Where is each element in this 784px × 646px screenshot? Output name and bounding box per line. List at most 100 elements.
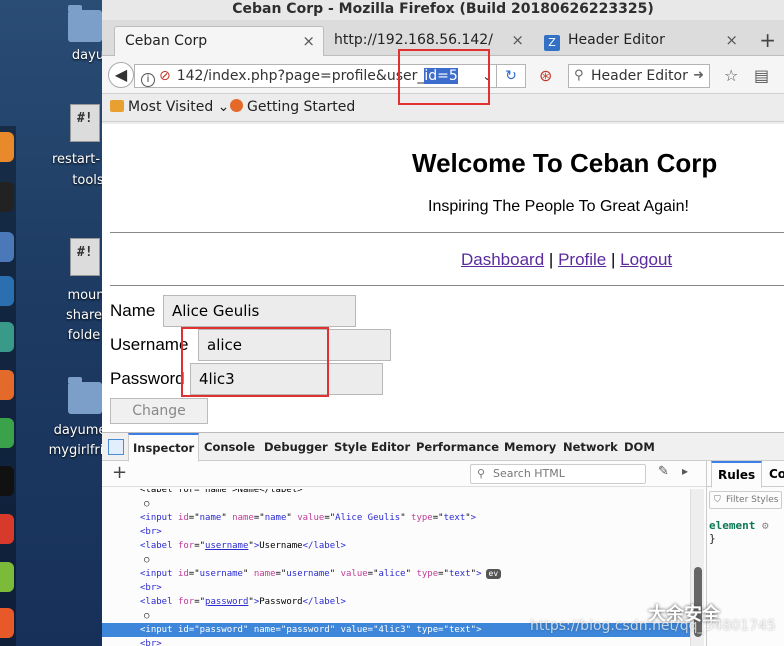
html-tree-line[interactable]: ○: [102, 497, 690, 511]
html-tree-line[interactable]: <label for="name">Name</label>: [102, 489, 690, 497]
dock-app-icon[interactable]: [0, 562, 14, 592]
tab-network[interactable]: Network: [563, 433, 618, 461]
html-tag: <label: [140, 541, 178, 551]
folder-icon[interactable]: [68, 377, 102, 414]
html-punct: =": [194, 597, 206, 607]
dashboard-link[interactable]: Dashboard: [461, 250, 544, 269]
link-separator: |: [610, 250, 616, 269]
toggle-sidebar-icon[interactable]: ▸: [682, 464, 688, 478]
tab-style-editor[interactable]: Style Editor: [334, 433, 410, 461]
tab-ceban-corp[interactable]: Ceban Corp ×: [114, 26, 324, 56]
close-tab-icon[interactable]: ×: [725, 26, 738, 54]
search-icon: ⚲: [574, 68, 584, 83]
html-tree-line[interactable]: <label for="password">Password</label>: [102, 595, 690, 609]
profile-link[interactable]: Profile: [558, 250, 606, 269]
dock-app-icon[interactable]: [0, 322, 14, 352]
html-tag: <input: [140, 513, 173, 523]
dock-app-icon[interactable]: [0, 370, 14, 400]
gear-icon[interactable]: ⚙: [762, 519, 769, 532]
html-tree-line[interactable]: <input id="username" name="username" val…: [102, 567, 690, 581]
library-icon[interactable]: ▤: [754, 66, 769, 85]
html-tree-line[interactable]: <input id="name" name="name" value="Alic…: [102, 511, 690, 525]
search-input[interactable]: ⚲ Header Editor ➜: [568, 64, 710, 88]
html-punct: ": [400, 513, 406, 523]
desktop-icon-label: dayu: [71, 48, 102, 63]
html-tree-line[interactable]: <label for="username">Username</label>: [102, 539, 690, 553]
dock-app-icon[interactable]: [0, 232, 14, 262]
reload-button[interactable]: ↻: [496, 64, 526, 88]
html-attr-name: name: [253, 569, 276, 579]
eyedropper-icon[interactable]: ✎: [658, 464, 669, 479]
tab-inspector[interactable]: Inspector: [128, 433, 200, 462]
dock-app-icon[interactable]: [0, 608, 14, 638]
dock-app-icon[interactable]: [0, 514, 14, 544]
tab-computed[interactable]: Co: [769, 461, 784, 487]
watermark-url: https://blog.csdn.net/qq_34801745: [530, 618, 776, 634]
html-tag: >: [476, 569, 482, 579]
html-tree-line[interactable]: <br>: [102, 581, 690, 595]
tab-debugger[interactable]: Debugger: [264, 433, 328, 461]
dock-app-icon[interactable]: [0, 182, 14, 212]
tab-console[interactable]: Console: [204, 433, 255, 461]
html-text: ○: [144, 611, 150, 621]
tab-memory[interactable]: Memory: [504, 433, 556, 461]
add-node-icon[interactable]: +: [112, 462, 127, 483]
html-tag: >: [476, 625, 482, 635]
blocked-content-icon[interactable]: ⊘: [159, 68, 171, 84]
script-file-icon[interactable]: #!: [70, 238, 100, 276]
search-icon: ⚲: [477, 467, 486, 480]
name-field[interactable]: Alice Geulis: [163, 295, 356, 327]
html-punct: =": [188, 625, 200, 635]
html-attr-name: value: [340, 569, 368, 579]
html-attr-value: username: [199, 569, 243, 579]
dock-app-icon[interactable]: [0, 466, 14, 496]
back-button[interactable]: ◀: [108, 62, 134, 88]
reload-icon: ↻: [505, 68, 517, 84]
html-tree-line[interactable]: <br>: [102, 525, 690, 539]
rule-selector-text: element: [709, 519, 756, 532]
tab-rules[interactable]: Rules: [711, 461, 763, 488]
html-attr-value: text: [448, 625, 471, 635]
info-icon[interactable]: i: [141, 73, 155, 87]
html-text: Username: [259, 541, 303, 551]
header-editor-icon: Z: [544, 35, 560, 51]
html-text: <label for="name">Name</label>: [140, 489, 303, 495]
search-go-icon[interactable]: ➜: [693, 65, 704, 87]
logout-link[interactable]: Logout: [620, 250, 672, 269]
html-punct: =": [438, 569, 449, 579]
addon-icon[interactable]: ⊛: [539, 66, 552, 85]
html-tree-line[interactable]: <br>: [102, 637, 690, 646]
element-picker-icon[interactable]: [108, 439, 124, 455]
bookmark-getting-started[interactable]: Getting Started: [230, 94, 355, 120]
change-button[interactable]: Change: [110, 398, 208, 424]
tab-header-editor[interactable]: Z Header Editor ×: [534, 26, 746, 56]
filter-icon: ⛉: [714, 495, 721, 505]
annotation-box-url: [398, 49, 490, 105]
html-attr-value: username: [205, 541, 249, 551]
html-punct: =": [275, 625, 287, 635]
search-html-input[interactable]: ⚲ Search HTML: [470, 464, 646, 484]
html-tag: >: [470, 513, 477, 523]
dock-app-icon[interactable]: [0, 132, 14, 162]
html-attr-name: value: [340, 625, 368, 635]
folder-icon[interactable]: [68, 5, 102, 42]
close-tab-icon[interactable]: ×: [511, 26, 524, 54]
dock-app-icon[interactable]: [0, 418, 14, 448]
tab-performance[interactable]: Performance: [416, 433, 499, 461]
password-label: Password: [110, 369, 185, 388]
dock-app-icon[interactable]: [0, 276, 14, 306]
html-tag: <input: [140, 569, 173, 579]
window-title: Ceban Corp - Mozilla Firefox (Build 2018…: [102, 0, 784, 20]
script-file-icon[interactable]: #!: [70, 104, 100, 142]
html-punct: =": [324, 513, 336, 523]
html-attr-name: for: [177, 597, 195, 607]
html-attr-value: password: [199, 625, 243, 635]
tab-dom[interactable]: DOM: [624, 433, 655, 461]
close-tab-icon[interactable]: ×: [302, 27, 315, 55]
bookmark-star-icon[interactable]: ☆: [724, 66, 738, 85]
html-tree-line[interactable]: ○: [102, 553, 690, 567]
bookmark-most-visited[interactable]: Most Visited ⌄: [110, 94, 229, 120]
new-tab-button[interactable]: +: [759, 26, 776, 54]
filter-styles-input[interactable]: ⛉ Filter Styles: [709, 491, 782, 509]
html-punct: =": [188, 569, 200, 579]
